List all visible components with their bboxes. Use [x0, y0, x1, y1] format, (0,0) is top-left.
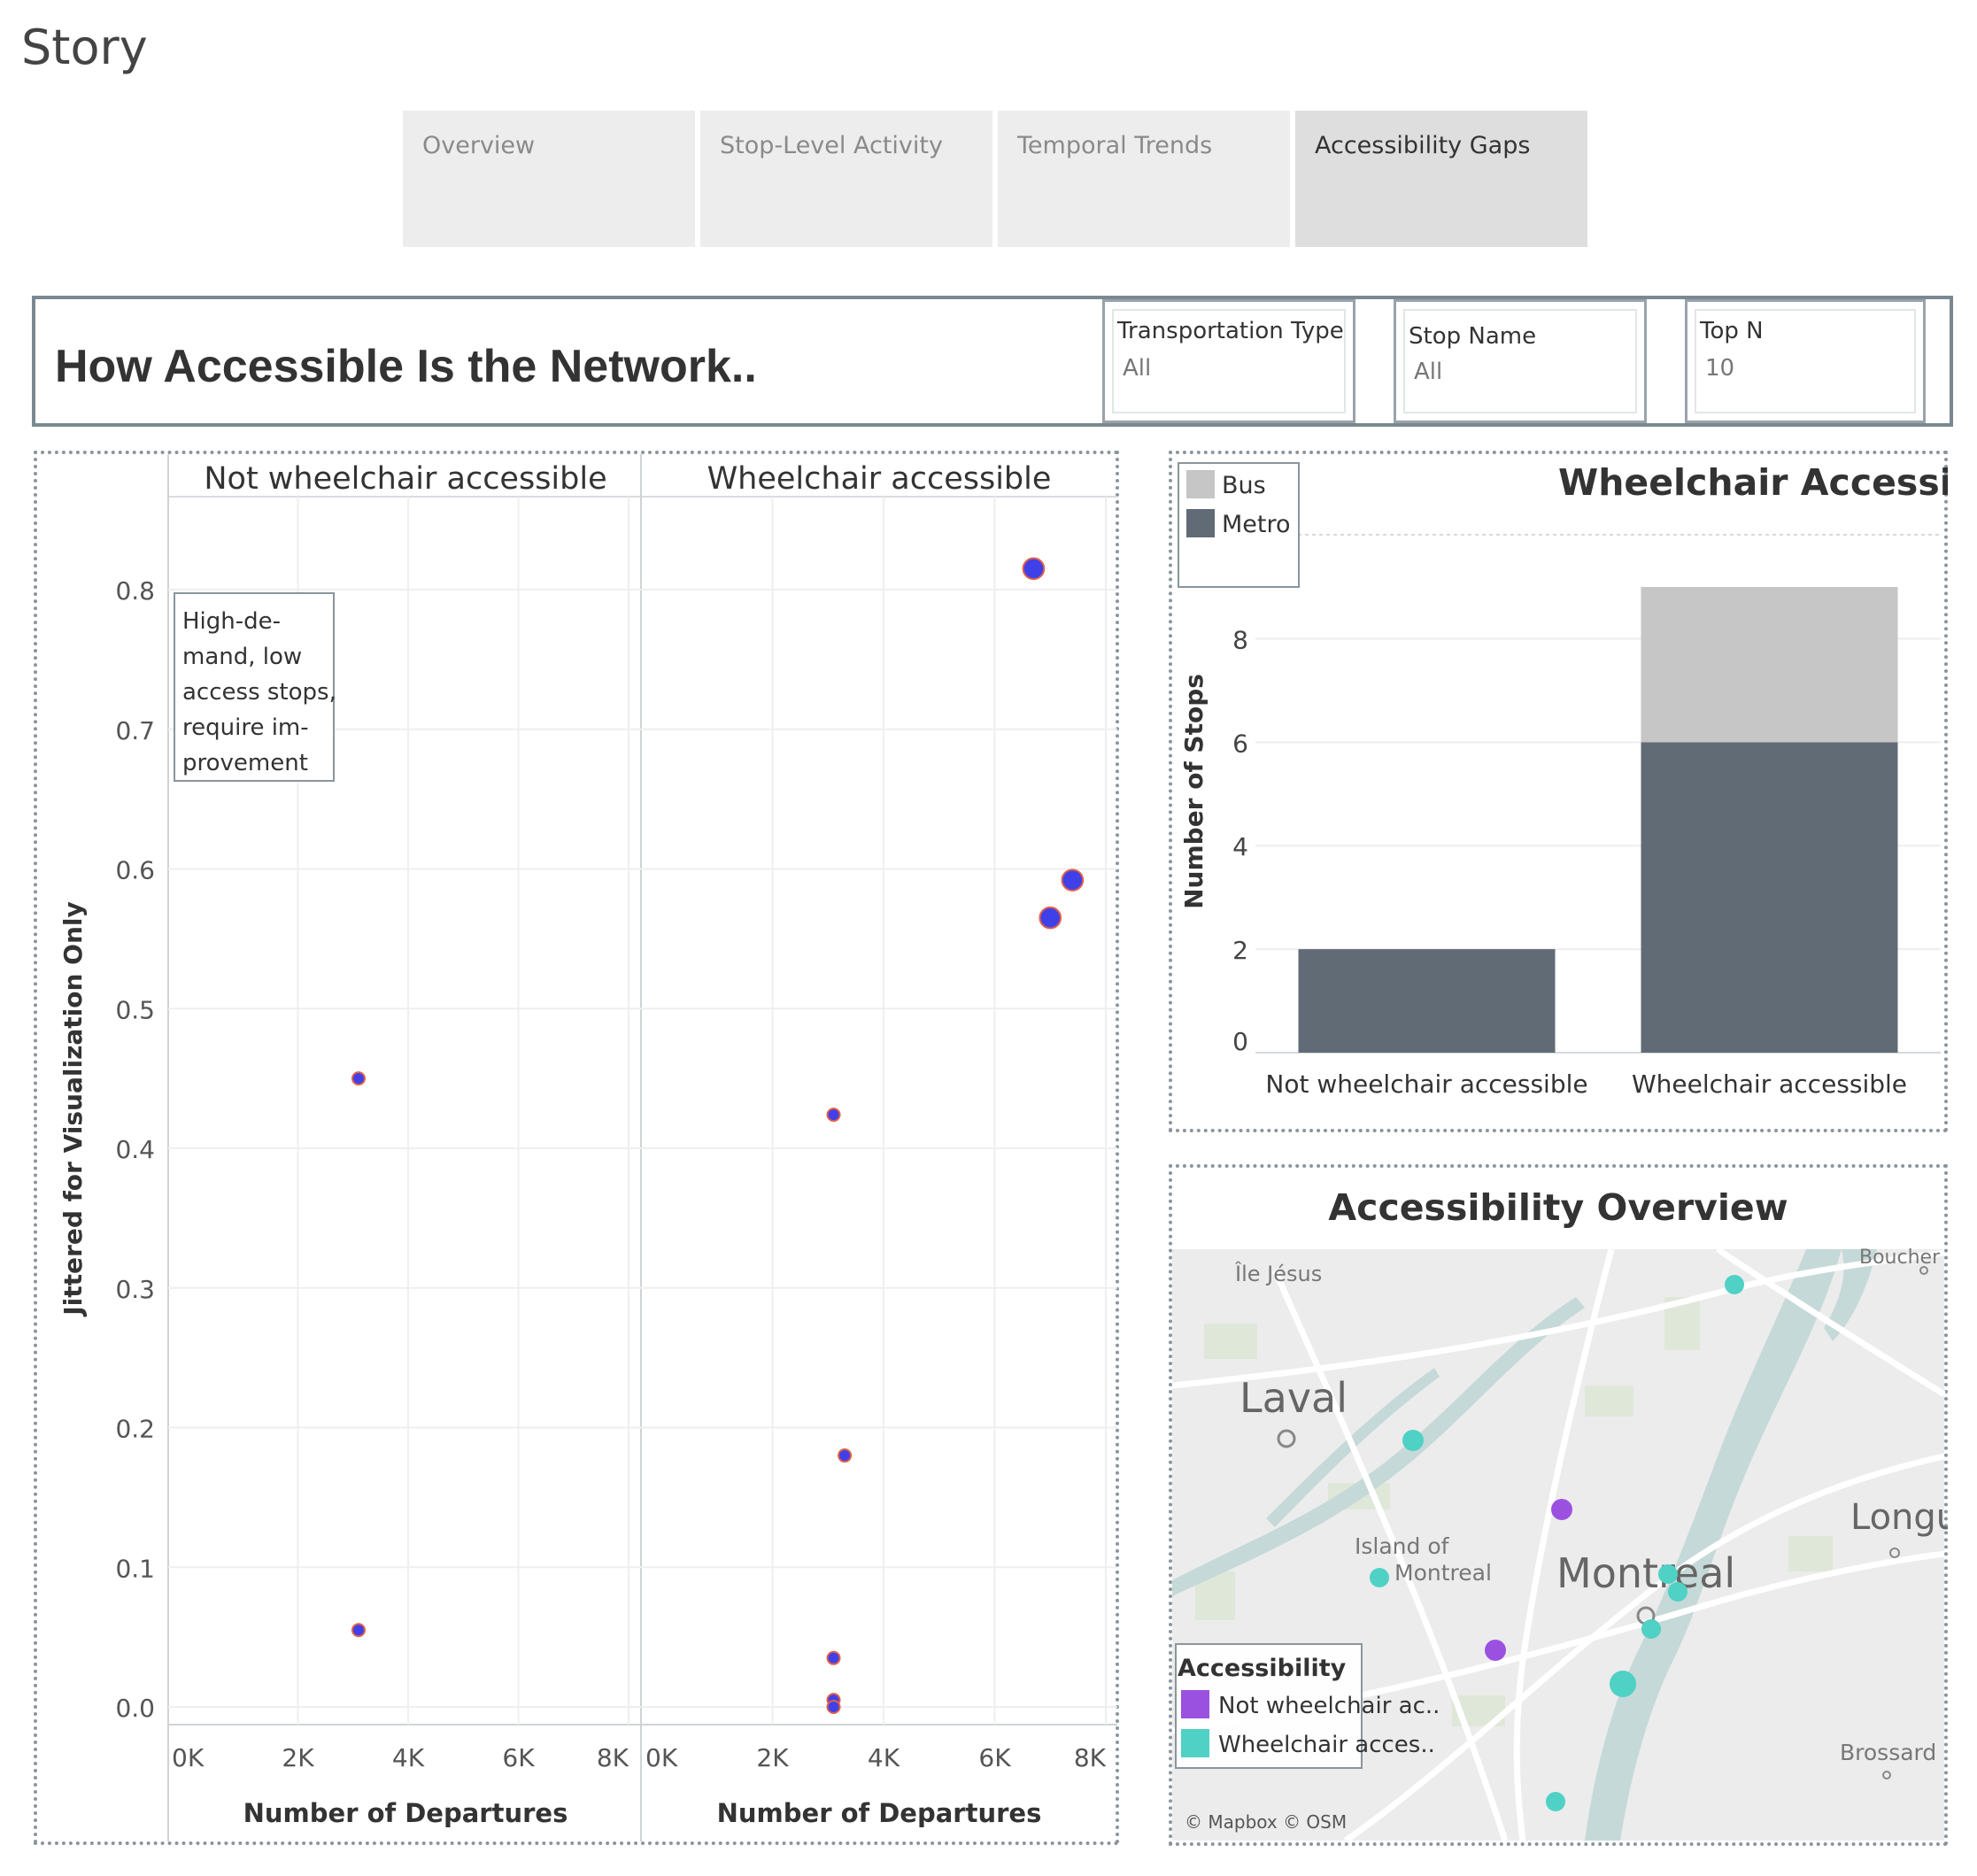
x-tick-label: 6K [502, 1743, 535, 1772]
y-tick-label: 0.3 [115, 1275, 155, 1304]
bar-segment-metro[interactable] [1298, 949, 1556, 1053]
x-tick-label: 0K [645, 1743, 678, 1772]
filter-value[interactable]: All [1414, 359, 1442, 385]
y-axis-title: Jittered for Visualization Only [58, 901, 88, 1316]
x-tick-label: 8K [597, 1743, 629, 1772]
stop-marker-not-accessible[interactable] [1485, 1640, 1506, 1661]
x-axis-title-left: Number of Departures [243, 1798, 568, 1828]
x-axis-title-right: Number of Departures [717, 1798, 1042, 1828]
stop-marker-accessible[interactable] [1402, 1430, 1424, 1451]
filter-value[interactable]: All [1123, 355, 1151, 382]
departures-scatter-chart: 0.0 0.1 0.2 0.3 0.4 0.5 0.6 0.7 0.8 0K 2K 4K 6K 8K 0K 2… [58, 454, 1117, 1841]
bar-category-label: Wheelchair accessible [1632, 1069, 1907, 1099]
panel-header-accessible: Wheelchair accessible [707, 461, 1052, 497]
scatter-point[interactable] [1039, 906, 1062, 930]
y-tick-label: 0.2 [115, 1415, 155, 1444]
map-legend-label-accessible: Wheelchair acces.. [1218, 1732, 1435, 1758]
stop-marker-accessible[interactable] [1546, 1792, 1565, 1811]
x-tick-label: 0K [172, 1743, 205, 1772]
place-label-boucherville: Boucher [1859, 1247, 1941, 1269]
scatter-point[interactable] [826, 1700, 841, 1714]
map-legend-swatch-accessible [1181, 1729, 1209, 1757]
scatter-point[interactable] [826, 1650, 841, 1665]
accessibility-map[interactable]: Accessibility Overview Île Jésus Laval I… [1169, 1164, 1948, 1846]
bar-y-tick-label: 4 [1232, 832, 1248, 861]
scatter-point[interactable] [351, 1623, 366, 1638]
place-label-laval: Laval [1239, 1374, 1348, 1422]
legend-swatch-bus [1186, 470, 1215, 498]
legend-swatch-metro [1186, 509, 1215, 537]
map-title: Accessibility Overview [1328, 1186, 1788, 1229]
tab-accessibility-gaps[interactable]: Accessibility Gaps [1295, 111, 1587, 247]
filter-label: Transportation Type [1117, 318, 1344, 344]
scatter-point[interactable] [351, 1071, 366, 1086]
bar-segment-metro[interactable] [1641, 742, 1898, 1053]
place-label-island-of: Island of [1355, 1533, 1450, 1559]
y-tick-label: 0.5 [115, 995, 155, 1024]
stop-marker-accessible[interactable] [1610, 1671, 1636, 1697]
bar-category-label: Not wheelchair accessible [1265, 1069, 1587, 1099]
bar-y-axis-title: Number of Stops [1179, 674, 1209, 909]
place-label-montreal-island: Montreal [1394, 1560, 1492, 1586]
x-tick-label: 8K [1074, 1743, 1107, 1772]
y-tick-label: 0.0 [115, 1694, 155, 1723]
y-tick-label: 0.4 [115, 1135, 155, 1164]
stop-marker-accessible[interactable] [1668, 1582, 1687, 1602]
stop-marker-accessible[interactable] [1370, 1568, 1389, 1587]
filter-value[interactable]: 10 [1705, 355, 1734, 382]
scatter-point[interactable] [826, 1108, 841, 1123]
map-legend-swatch-not-accessible [1181, 1690, 1209, 1718]
filter-label: Top N [1700, 318, 1764, 344]
bar-y-tick-label: 6 [1232, 729, 1248, 758]
bar-y-tick-label: 0 [1232, 1027, 1248, 1056]
map-attribution[interactable]: © Mapbox © OSM [1185, 1811, 1347, 1833]
place-label-montreal: Montreal [1556, 1549, 1735, 1597]
legend-label-bus: Bus [1222, 472, 1266, 499]
y-tick-label: 0.7 [115, 716, 155, 745]
x-tick-label: 2K [756, 1743, 789, 1772]
scatter-point[interactable] [838, 1448, 853, 1463]
bar-chart-title: Wheelchair Accessible Stops [1558, 461, 1948, 504]
map-legend-title: Accessibility [1178, 1655, 1347, 1682]
y-tick-label: 0.8 [115, 576, 155, 606]
place-label-longueuil: Longue [1850, 1497, 1948, 1538]
filter-label: Stop Name [1409, 323, 1537, 350]
stop-marker-not-accessible[interactable] [1551, 1499, 1572, 1520]
stop-name-filter[interactable]: Stop Name All [1394, 299, 1647, 423]
bar-y-tick-label: 8 [1232, 625, 1248, 654]
y-tick-label: 0.1 [115, 1554, 155, 1583]
x-tick-label: 6K [978, 1743, 1011, 1772]
place-label-brossard: Brossard [1840, 1740, 1936, 1765]
top-n-filter[interactable]: Top N 10 [1685, 299, 1926, 423]
stop-marker-accessible[interactable] [1658, 1564, 1678, 1584]
map-legend-label-not-accessible: Not wheelchair ac.. [1218, 1693, 1440, 1719]
bar-y-tick-label: 2 [1232, 936, 1248, 965]
scatter-point[interactable] [1061, 869, 1085, 892]
transport-type-filter[interactable]: Transportation Type All [1102, 299, 1355, 423]
stop-marker-accessible[interactable] [1641, 1619, 1661, 1639]
scatter-point[interactable] [1022, 557, 1046, 581]
place-label-ile-jesus: Île Jésus [1234, 1261, 1322, 1286]
y-tick-label: 0.6 [115, 856, 155, 885]
x-tick-label: 4K [868, 1743, 900, 1772]
legend-label-metro: Metro [1222, 511, 1291, 538]
bar-segment-bus[interactable] [1641, 587, 1898, 743]
panel-header-not-accessible: Not wheelchair accessible [204, 461, 606, 497]
stop-marker-accessible[interactable] [1725, 1275, 1744, 1294]
accessible-stops-bar-chart: 0 2 4 6 8 Not wheelchair accessible Wheelchai… [1178, 461, 1948, 1099]
x-tick-label: 2K [282, 1743, 314, 1772]
x-tick-label: 4K [392, 1743, 425, 1772]
